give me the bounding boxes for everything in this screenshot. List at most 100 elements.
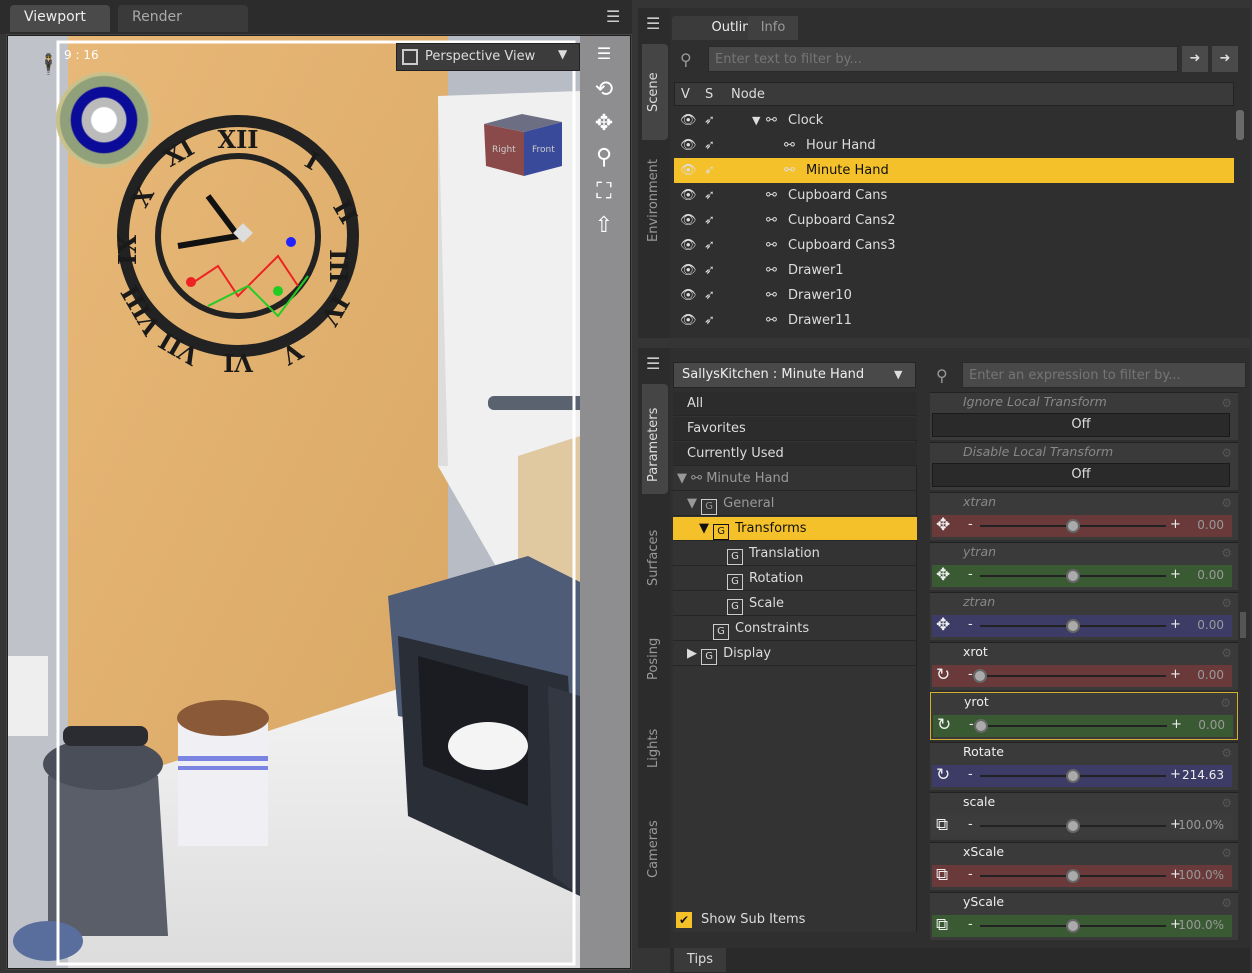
selectable-arrow-icon[interactable]: ➶ bbox=[704, 108, 724, 128]
toggle-button[interactable]: Off bbox=[932, 463, 1230, 487]
visibility-eye-icon[interactable]: 👁 bbox=[680, 208, 700, 228]
property-slider[interactable]: ↻ - +0.00 bbox=[932, 665, 1232, 687]
gear-icon[interactable]: ⚙ bbox=[1221, 446, 1232, 460]
outline-row[interactable]: 👁 ➶ ⚯ Drawer11 bbox=[674, 308, 1234, 333]
selectable-arrow-icon[interactable]: ➶ bbox=[704, 233, 724, 253]
slider-knob[interactable] bbox=[1066, 769, 1080, 783]
tree-item-minute-hand[interactable]: ▼ ⚯ Minute Hand bbox=[673, 467, 917, 491]
gear-icon[interactable]: ⚙ bbox=[1221, 546, 1232, 560]
visibility-eye-icon[interactable]: 👁 bbox=[680, 308, 700, 328]
tab-surfaces[interactable]: Surfaces bbox=[646, 530, 661, 586]
visibility-eye-icon[interactable]: 👁 bbox=[680, 233, 700, 253]
property-yscale[interactable]: yScale ⚙ ⧉ - +100.0% bbox=[930, 892, 1238, 940]
tree-item-display[interactable]: ▶ G Display bbox=[673, 642, 917, 666]
decrement-icon[interactable]: - bbox=[969, 717, 974, 732]
orbit-icon[interactable]: ⟲ bbox=[590, 76, 618, 104]
decrement-icon[interactable]: - bbox=[968, 817, 973, 832]
property-value[interactable]: 100.0% bbox=[1178, 818, 1224, 832]
property-slider[interactable]: ⧉ - +100.0% bbox=[932, 865, 1232, 887]
outline-row[interactable]: 👁 ➶ ⚯ Drawer1 bbox=[674, 258, 1234, 283]
outline-row[interactable]: 👁 ➶ ⚯ Hour Hand bbox=[674, 133, 1234, 158]
tab-viewport[interactable]: Viewport bbox=[10, 5, 110, 32]
column-v[interactable]: V bbox=[681, 87, 690, 102]
decrement-icon[interactable]: - bbox=[968, 567, 973, 582]
slider-knob[interactable] bbox=[1066, 519, 1080, 533]
decrement-icon[interactable]: - bbox=[968, 517, 973, 532]
filter-prev-icon[interactable]: ➜ bbox=[1182, 46, 1208, 72]
tree-item-constraints[interactable]: G Constraints bbox=[673, 617, 917, 641]
increment-icon[interactable]: + bbox=[1170, 517, 1181, 532]
visibility-eye-icon[interactable]: 👁 bbox=[680, 158, 700, 178]
visibility-eye-icon[interactable]: 👁 bbox=[680, 258, 700, 278]
tree-item-favorites[interactable]: Favorites bbox=[673, 417, 917, 441]
outline-row[interactable]: 👁 ➶ ⚯ Cupboard Cans2 bbox=[674, 208, 1234, 233]
tree-item-translation[interactable]: G Translation bbox=[673, 542, 917, 566]
frame-icon[interactable]: ⛶ bbox=[590, 178, 618, 206]
property-slider[interactable]: ✥ - +0.00 bbox=[932, 615, 1232, 637]
selectable-arrow-icon[interactable]: ➶ bbox=[704, 133, 724, 153]
property-slider[interactable]: ✥ - +0.00 bbox=[932, 515, 1232, 537]
tree-item-transforms[interactable]: ▼ G Transforms bbox=[673, 517, 917, 541]
outline-row[interactable]: 👁 ➶ ⚯ Drawer10 bbox=[674, 283, 1234, 308]
property-filter-input[interactable] bbox=[962, 362, 1246, 388]
increment-icon[interactable]: + bbox=[1170, 617, 1181, 632]
expand-arrow-icon[interactable]: ▼ bbox=[677, 471, 687, 486]
gear-icon[interactable]: ⚙ bbox=[1221, 596, 1232, 610]
property-value[interactable]: 0.00 bbox=[1197, 618, 1224, 632]
selectable-arrow-icon[interactable]: ➶ bbox=[704, 258, 724, 278]
slider-knob[interactable] bbox=[1066, 869, 1080, 883]
property-value[interactable]: 0.00 bbox=[1198, 718, 1225, 732]
show-sub-items-checkbox[interactable]: ✔ bbox=[676, 912, 692, 928]
tab-lights[interactable]: Lights bbox=[646, 729, 661, 768]
property-yrot[interactable]: yrot ⚙ ↻ - +0.00 bbox=[930, 692, 1238, 740]
tab-render-library[interactable]: Render Library bbox=[118, 5, 248, 50]
property-value[interactable]: 0.00 bbox=[1197, 518, 1224, 532]
tab-info[interactable]: Info bbox=[748, 16, 798, 40]
property-value[interactable]: 0.00 bbox=[1197, 668, 1224, 682]
property-scale[interactable]: scale ⚙ ⧉ - +100.0% bbox=[930, 792, 1238, 840]
property-disable-local-transform[interactable]: Disable Local Transform ⚙ Off bbox=[930, 442, 1238, 490]
slider-knob[interactable] bbox=[1066, 919, 1080, 933]
gear-icon[interactable]: ⚙ bbox=[1221, 396, 1232, 410]
outline-row[interactable]: 👁 ➶ ⚯ Minute Hand bbox=[674, 158, 1234, 183]
slider-knob[interactable] bbox=[973, 669, 987, 683]
decrement-icon[interactable]: - bbox=[968, 617, 973, 632]
property-ytran[interactable]: ytran ⚙ ✥ - +0.00 bbox=[930, 542, 1238, 590]
gear-icon[interactable]: ⚙ bbox=[1221, 646, 1232, 660]
gear-icon[interactable]: ⚙ bbox=[1221, 796, 1232, 810]
tree-item-scale[interactable]: G Scale bbox=[673, 592, 917, 616]
visibility-eye-icon[interactable]: 👁 bbox=[680, 133, 700, 153]
slider-knob[interactable] bbox=[1066, 619, 1080, 633]
slider-knob[interactable] bbox=[1066, 569, 1080, 583]
tab-posing[interactable]: Posing bbox=[646, 638, 661, 680]
gear-icon[interactable]: ⚙ bbox=[1221, 846, 1232, 860]
expand-arrow-icon[interactable]: ▼ bbox=[752, 108, 760, 133]
selectable-arrow-icon[interactable]: ➶ bbox=[704, 208, 724, 228]
property-value[interactable]: 100.0% bbox=[1178, 918, 1224, 932]
pane-menu-icon[interactable]: ☰ bbox=[646, 14, 660, 33]
tree-item-general[interactable]: ▼ G General bbox=[673, 492, 917, 516]
property-scrollbar[interactable] bbox=[1240, 612, 1246, 638]
outline-row[interactable]: 👁 ➶ ⚯ Cupboard Cans bbox=[674, 183, 1234, 208]
decrement-icon[interactable]: - bbox=[968, 667, 973, 682]
property-xtran[interactable]: xtran ⚙ ✥ - +0.00 bbox=[930, 492, 1238, 540]
panel-menu-icon[interactable]: ☰ bbox=[606, 7, 620, 26]
tree-item-currently-used[interactable]: Currently Used bbox=[673, 442, 917, 466]
property-value[interactable]: 100.0% bbox=[1178, 868, 1224, 882]
viewport-menu-icon[interactable]: ☰ bbox=[590, 40, 618, 68]
zoom-icon[interactable]: ⚲ bbox=[590, 144, 618, 172]
selectable-arrow-icon[interactable]: ➶ bbox=[704, 308, 724, 328]
expand-arrow-icon[interactable]: ▼ bbox=[699, 521, 709, 536]
toggle-button[interactable]: Off bbox=[932, 413, 1230, 437]
property-slider[interactable]: ⧉ - +100.0% bbox=[932, 915, 1232, 937]
property-value[interactable]: 214.63 bbox=[1182, 768, 1224, 782]
selectable-arrow-icon[interactable]: ➶ bbox=[704, 183, 724, 203]
node-select-dropdown[interactable]: SallysKitchen : Minute Hand bbox=[673, 362, 916, 388]
decrement-icon[interactable]: - bbox=[968, 867, 973, 882]
view-select-dropdown[interactable]: Perspective View bbox=[396, 43, 580, 71]
property-xrot[interactable]: xrot ⚙ ↻ - +0.00 bbox=[930, 642, 1238, 690]
column-node[interactable]: Node bbox=[731, 87, 765, 102]
tab-cameras[interactable]: Cameras bbox=[646, 820, 661, 878]
property-value[interactable]: 0.00 bbox=[1197, 568, 1224, 582]
view-cube-icon[interactable]: Right Front bbox=[484, 104, 564, 180]
